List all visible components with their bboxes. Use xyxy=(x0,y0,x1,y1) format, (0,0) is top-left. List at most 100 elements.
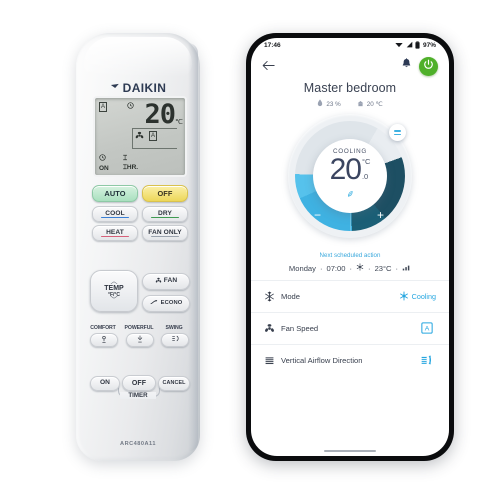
room-metrics: 23 % 20 ℃ xyxy=(251,99,449,109)
humidity-value: 23 % xyxy=(326,100,341,108)
chevron-down-icon: ﹀ xyxy=(110,296,118,304)
battery-icon xyxy=(415,40,421,51)
airflow-icon xyxy=(420,354,433,368)
home-temp-icon xyxy=(357,100,364,109)
fan-auto-icon: A xyxy=(421,321,433,336)
schedule-day: Monday xyxy=(288,263,316,273)
daikin-logo: DAIKIN xyxy=(76,81,200,95)
lcd-timer-hour-value: ⌶ xyxy=(123,155,128,162)
louver-icon xyxy=(264,355,281,366)
dial-temperature-unit: °C xyxy=(361,156,371,166)
powerful-icon xyxy=(136,335,144,346)
schedule-separator: · xyxy=(349,263,353,273)
home-indicator[interactable] xyxy=(251,446,449,456)
remote-fan-label: FAN xyxy=(163,277,178,285)
lcd-timer-icon xyxy=(99,154,106,163)
econo-icon xyxy=(150,299,159,309)
remote-timer-cancel-button[interactable]: CANCEL xyxy=(158,376,190,391)
snowflake-icon xyxy=(356,263,364,273)
settings-row-value-text: Cooling xyxy=(411,292,436,301)
remote-timer-group: ON OFF CANCEL TIMER xyxy=(86,372,190,406)
fan-icon xyxy=(264,323,281,334)
schedule-separator: · xyxy=(395,263,399,273)
remote-fan-only-button[interactable]: FAN ONLY xyxy=(142,225,188,241)
humidity-icon xyxy=(317,99,323,109)
remote-comfort-label: COMFORT xyxy=(90,325,116,331)
remote-timer-group-label: TIMER xyxy=(120,392,156,399)
outdoor-temp-metric: 20 ℃ xyxy=(357,100,383,109)
dial-temperature-decimal: .0 xyxy=(361,172,369,182)
schedule-details: Monday · 07:00 · · 23°C · xyxy=(251,263,449,273)
settings-row-value xyxy=(420,354,436,368)
smartphone-device: 17:46 97% Master bedroom 23 % 20 ℃ − + C… xyxy=(246,33,454,461)
fan-icon xyxy=(155,277,162,287)
remote-dry-button[interactable]: DRY xyxy=(142,206,188,222)
schedule-temperature: 23°C xyxy=(374,263,392,273)
lcd-clock-icon xyxy=(127,102,134,111)
remote-heat-accent xyxy=(100,235,130,237)
dial-temperature: 20 °C .0 xyxy=(330,154,371,184)
screenshot-root: DAIKIN A 20 ℃ A ON ⌶ ⌶HR. AUTO OFF COOL … xyxy=(0,0,500,500)
status-indicators: 97% xyxy=(395,40,436,51)
lcd-fan-icon xyxy=(135,131,144,142)
remote-econo-button[interactable]: ECONO xyxy=(142,295,190,312)
status-time: 17:46 xyxy=(264,42,281,49)
power-icon xyxy=(423,57,434,75)
fan-level-icon xyxy=(402,264,411,273)
settings-row-label: Mode xyxy=(281,292,300,301)
remote-model-number: ARC480A11 xyxy=(120,441,156,447)
settings-row-label: Vertical Airflow Direction xyxy=(281,356,363,365)
dial-drag-handle[interactable] xyxy=(389,124,406,141)
leaf-icon xyxy=(346,185,354,203)
home-indicator-bar xyxy=(324,450,376,452)
settings-row-value: A xyxy=(421,321,436,336)
status-bar: 17:46 97% xyxy=(251,38,449,53)
remote-comfort-button[interactable] xyxy=(90,333,118,347)
remote-timer-off-button[interactable]: OFF xyxy=(122,375,156,391)
settings-row-value: Cooling xyxy=(399,291,436,303)
remote-cool-button[interactable]: COOL xyxy=(92,206,138,222)
next-scheduled-action[interactable]: Next scheduled action Monday · 07:00 · ·… xyxy=(251,252,449,273)
remote-dry-accent xyxy=(150,216,180,218)
remote-swing-button[interactable] xyxy=(161,333,189,347)
temperature-dial-area: − + COOLING 20 °C .0 xyxy=(251,114,449,248)
decrease-temperature-button[interactable]: − xyxy=(314,209,321,221)
lcd-timer-on-label: ON xyxy=(99,165,109,172)
remote-powerful-button[interactable] xyxy=(126,333,154,347)
dial-center: COOLING 20 °C .0 xyxy=(313,139,387,213)
schedule-separator: · xyxy=(319,263,323,273)
power-button[interactable] xyxy=(419,56,438,76)
remote-timer-on-button[interactable]: ON xyxy=(90,376,120,391)
settings-list: Mode Cooling Fan Speed A Vertical Airflo… xyxy=(251,280,449,446)
lcd-temperature-value: 20 xyxy=(144,99,176,130)
comfort-icon xyxy=(100,335,108,346)
humidity-metric: 23 % xyxy=(317,99,341,109)
daikin-wordmark: DAIKIN xyxy=(122,81,167,95)
drag-handle-icon xyxy=(394,130,401,132)
phone-screen: 17:46 97% Master bedroom 23 % 20 ℃ − + C… xyxy=(251,38,449,456)
remote-lcd-display: A 20 ℃ A ON ⌶ ⌶HR. xyxy=(93,96,187,177)
remote-econo-label: ECONO xyxy=(160,299,183,306)
remote-fan-button[interactable]: FAN xyxy=(142,273,190,290)
remote-temp-label: TEMP xyxy=(104,284,124,292)
increase-temperature-button[interactable]: + xyxy=(377,209,384,221)
back-arrow-icon[interactable] xyxy=(262,60,275,73)
dial-temperature-suffix: °C .0 xyxy=(362,158,370,181)
remote-cool-accent xyxy=(100,216,130,218)
remote-temp-key[interactable]: ︿ TEMP °F/°C ﹀ xyxy=(90,270,138,312)
lcd-auto-badge: A xyxy=(99,102,108,112)
remote-auto-button[interactable]: AUTO xyxy=(92,185,138,202)
settings-row-fan-speed[interactable]: Fan Speed A xyxy=(251,312,449,344)
app-bar-actions xyxy=(401,56,438,76)
svg-text:A: A xyxy=(425,325,430,332)
settings-row-mode[interactable]: Mode Cooling xyxy=(251,280,449,312)
wifi-icon xyxy=(395,41,404,50)
temperature-dial[interactable]: − + COOLING 20 °C .0 xyxy=(288,114,412,238)
snowflake-icon xyxy=(264,291,281,302)
settings-row-vertical-airflow[interactable]: Vertical Airflow Direction xyxy=(251,344,449,376)
bell-icon[interactable] xyxy=(401,57,412,75)
remote-off-button[interactable]: OFF xyxy=(142,185,188,202)
page-title: Master bedroom xyxy=(303,81,397,95)
lcd-timer-hour-label: ⌶HR. xyxy=(123,164,139,171)
remote-heat-button[interactable]: HEAT xyxy=(92,225,138,241)
